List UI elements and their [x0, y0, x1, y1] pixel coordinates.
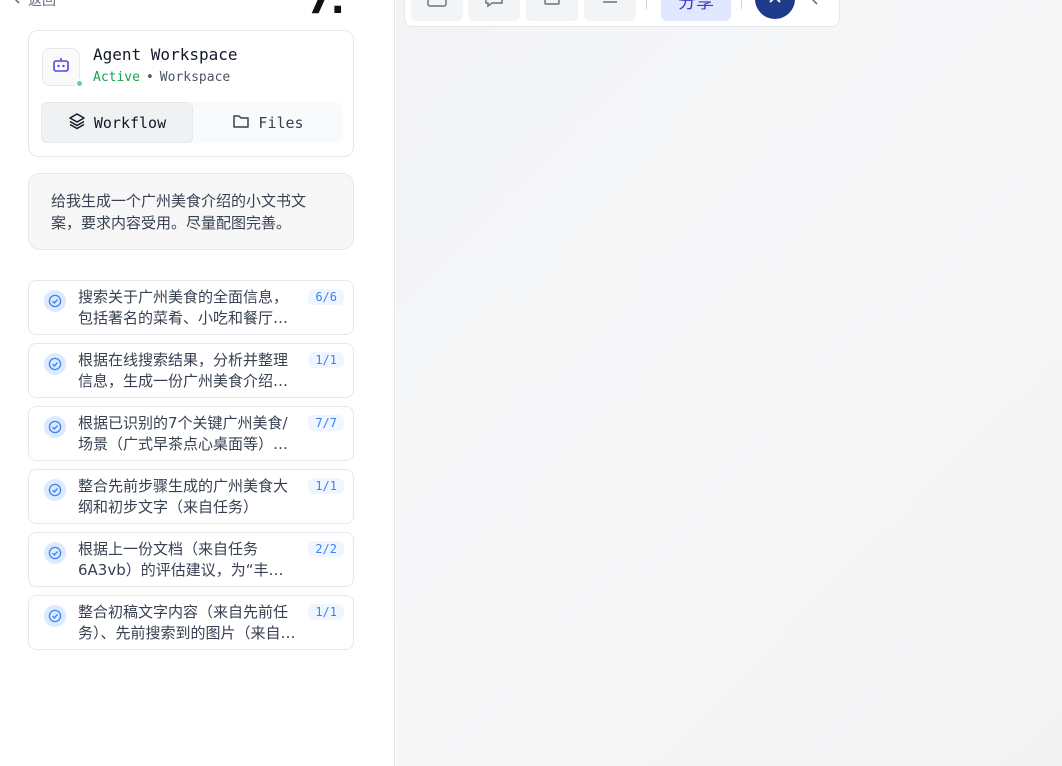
back-link[interactable]: 返回	[12, 0, 56, 10]
check-circle-icon	[44, 605, 66, 627]
task-item[interactable]: 整合初稿文字内容（来自先前任务）、先前搜索到的图片（来自任务） 1/1	[28, 595, 354, 650]
task-text: 根据在线搜索结果，分析并整理信息，生成一份广州美食介绍大纲	[78, 351, 289, 390]
task-item[interactable]: 根据在线搜索结果，分析并整理信息，生成一份广州美食介绍大纲 1/1	[28, 343, 354, 398]
task-progress-badge: 1/1	[308, 604, 344, 620]
task-text: 根据上一份文档（来自任务6A3vb）的评估建议，为“丰富内容”补充	[78, 540, 284, 579]
tab-workflow-label: Workflow	[93, 113, 167, 132]
task-progress-badge: 2/2	[308, 541, 344, 557]
text-icon	[599, 0, 621, 12]
tab-files-label: Files	[258, 113, 304, 132]
chevron-left-icon[interactable]	[807, 0, 821, 11]
view-tabs: Workflow Files	[41, 102, 343, 143]
task-text: 整合先前步骤生成的广州美食大纲和初步文字（来自任务）	[78, 477, 289, 516]
task-item[interactable]: 整合先前步骤生成的广州美食大纲和初步文字（来自任务） 1/1	[28, 469, 354, 524]
layers-icon	[68, 112, 86, 134]
agent-type: Workspace	[159, 70, 231, 85]
printer-icon	[541, 0, 563, 12]
task-text: 根据已识别的7个关键广州美食/场景（广式早茶点心桌面等）搜索图片	[78, 414, 289, 453]
check-circle-icon	[44, 290, 66, 312]
text-button[interactable]	[584, 0, 636, 21]
agent-status: Active	[93, 70, 140, 85]
chat-button[interactable]	[468, 0, 520, 21]
layout-icon	[426, 0, 448, 12]
back-label: 返回	[28, 0, 56, 9]
check-circle-icon	[44, 353, 66, 375]
task-item[interactable]: 根据已识别的7个关键广州美食/场景（广式早茶点心桌面等）搜索图片 7/7	[28, 406, 354, 461]
tab-workflow[interactable]: Workflow	[41, 102, 193, 143]
user-prompt: 给我生成一个广州美食介绍的小文书文案，要求内容受用。尽量配图完善。	[28, 173, 354, 250]
agent-subtitle: Active • Workspace	[93, 70, 230, 85]
agent-name: Agent Workspace	[93, 45, 238, 64]
task-item[interactable]: 搜索关于广州美食的全面信息，包括著名的菜肴、小吃和餐厅信息 6/6	[28, 280, 354, 335]
task-list: 搜索关于广州美食的全面信息，包括著名的菜肴、小吃和餐厅信息 6/6 根据在线搜索…	[28, 280, 354, 658]
toolbar-divider	[646, 0, 647, 9]
task-progress-badge: 7/7	[308, 415, 344, 431]
check-circle-icon	[44, 542, 66, 564]
close-icon	[766, 0, 784, 10]
agent-card: Agent Workspace Active • Workspace Workf…	[28, 30, 354, 157]
chat-icon	[483, 0, 505, 12]
task-text: 搜索关于广州美食的全面信息，包括著名的菜肴、小吃和餐厅信息	[78, 288, 289, 327]
check-circle-icon	[44, 416, 66, 438]
print-button[interactable]	[526, 0, 578, 21]
share-button[interactable]: 分享	[661, 0, 731, 21]
app-logo: 7.	[306, 0, 345, 22]
sidebar: 返回 7. Agent Workspace Active • Workspace	[0, 0, 395, 766]
chevron-left-icon	[12, 0, 22, 9]
task-text: 整合初稿文字内容（来自先前任务）、先前搜索到的图片（来自任务）	[78, 603, 296, 642]
task-progress-badge: 6/6	[308, 289, 344, 305]
online-status-dot	[75, 79, 84, 88]
agent-separator: •	[145, 70, 154, 85]
task-progress-badge: 1/1	[308, 478, 344, 494]
task-item[interactable]: 根据上一份文档（来自任务6A3vb）的评估建议，为“丰富内容”补充 2/2	[28, 532, 354, 587]
check-circle-icon	[44, 479, 66, 501]
avatar	[42, 48, 84, 88]
task-progress-badge: 1/1	[308, 352, 344, 368]
layout-button[interactable]	[411, 0, 463, 21]
robot-icon	[52, 57, 70, 77]
close-button[interactable]	[755, 0, 795, 19]
folder-icon	[232, 113, 250, 133]
main-canvas: 分享	[396, 0, 1062, 766]
toolbar-divider	[741, 0, 742, 9]
tab-files[interactable]: Files	[193, 102, 343, 143]
toolbar: 分享	[404, 0, 840, 27]
